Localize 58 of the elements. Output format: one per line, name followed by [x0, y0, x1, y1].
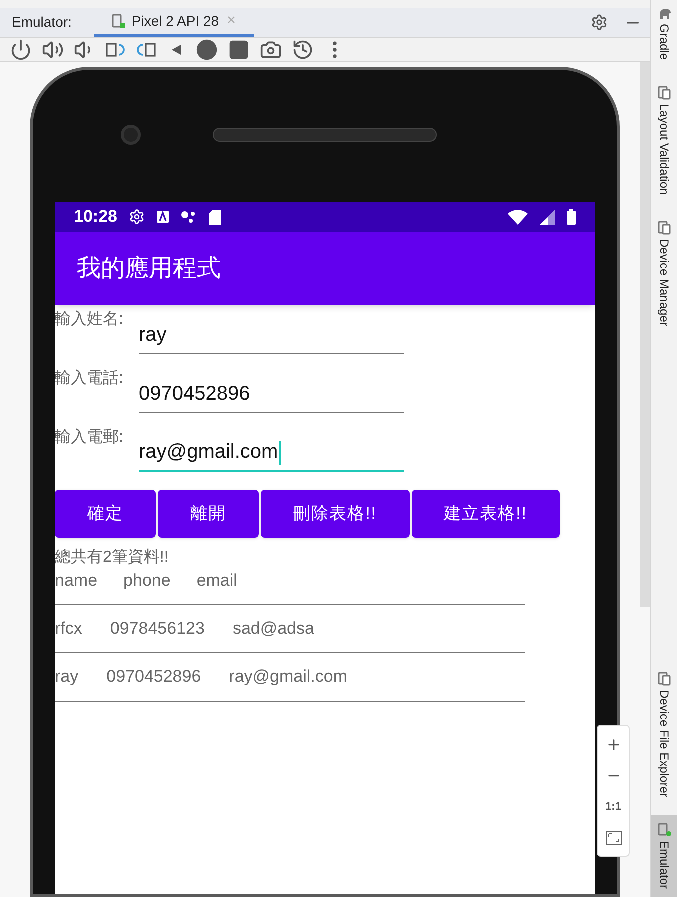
- settings-icon[interactable]: [591, 14, 608, 31]
- tool-window-label: Layout Validation: [658, 104, 672, 196]
- table-cell-text: ray: [55, 666, 79, 688]
- power-icon[interactable]: [10, 38, 32, 60]
- status-time: 10:28: [74, 206, 118, 228]
- emulator-label: Emulator:: [11, 13, 73, 32]
- action-button[interactable]: 離開: [158, 490, 260, 538]
- column-header: phone: [124, 570, 171, 592]
- snapshot-icon[interactable]: [292, 38, 314, 60]
- action-button[interactable]: 建立表格!!: [412, 490, 560, 538]
- home-icon[interactable]: [196, 38, 218, 60]
- input-field[interactable]: 0970452896: [139, 366, 404, 413]
- field-label: 輸入電郵:: [55, 428, 124, 448]
- rotate-right-icon[interactable]: [106, 42, 126, 58]
- settings-icon: [129, 209, 146, 225]
- tool-window-tab[interactable]: Gradle: [651, 0, 677, 68]
- device-icon: [658, 86, 671, 100]
- input-field[interactable]: ray: [139, 307, 404, 354]
- overview-icon[interactable]: [228, 38, 250, 60]
- table-cell-text: rfcx: [55, 618, 82, 640]
- tool-window-label: Gradle: [658, 24, 672, 60]
- dots-icon: [181, 210, 198, 224]
- column-header: name: [55, 570, 98, 592]
- letter-box-icon: [157, 211, 170, 223]
- field-label: 輸入姓名:: [55, 310, 124, 330]
- tool-window-tab[interactable]: Device File Explorer: [651, 664, 677, 805]
- actual-size-button[interactable]: 1:1: [606, 799, 622, 816]
- action-button[interactable]: 刪除表格!!: [261, 490, 410, 538]
- action-button[interactable]: 確定: [55, 490, 156, 538]
- app-title: 我的應用程式: [77, 254, 221, 284]
- tool-window-label: Device File Explorer: [658, 690, 672, 797]
- tool-window-tab[interactable]: Layout Validation: [651, 78, 677, 204]
- table-cell-text: sad@adsa: [232, 618, 314, 640]
- rotate-left-icon[interactable]: [136, 42, 156, 58]
- table-cell-text: 0978456123: [110, 618, 205, 640]
- battery-icon: [567, 209, 576, 225]
- tool-window-tab[interactable]: Device Manager: [651, 213, 677, 335]
- device-icon: [658, 822, 672, 837]
- table-cell-text: ray@gmail.com: [229, 666, 348, 688]
- camera: [121, 125, 141, 145]
- fit-screen-icon[interactable]: [606, 830, 622, 845]
- device-icon: [112, 14, 126, 28]
- tool-window-label: Device Manager: [658, 239, 672, 327]
- record-count: 總共有2筆資料!!: [55, 548, 170, 568]
- scrollbar-thumb[interactable]: [640, 62, 650, 607]
- tab-title: Pixel 2 API 28: [132, 12, 220, 30]
- device-icon: [658, 672, 671, 686]
- tool-window-label: Emulator: [658, 840, 672, 889]
- elephant-icon: [658, 8, 672, 20]
- input-field[interactable]: ray@gmail.com: [139, 425, 404, 472]
- table-cell-text: 0970452896: [106, 666, 202, 688]
- device-icon: [658, 221, 671, 236]
- signal-icon: [540, 210, 555, 224]
- sd-card-icon: [209, 210, 222, 224]
- column-header: email: [196, 570, 238, 592]
- wifi-icon: [508, 210, 528, 224]
- field-label: 輸入電話:: [55, 368, 124, 389]
- tool-window-tab[interactable]: Emulator: [651, 814, 677, 897]
